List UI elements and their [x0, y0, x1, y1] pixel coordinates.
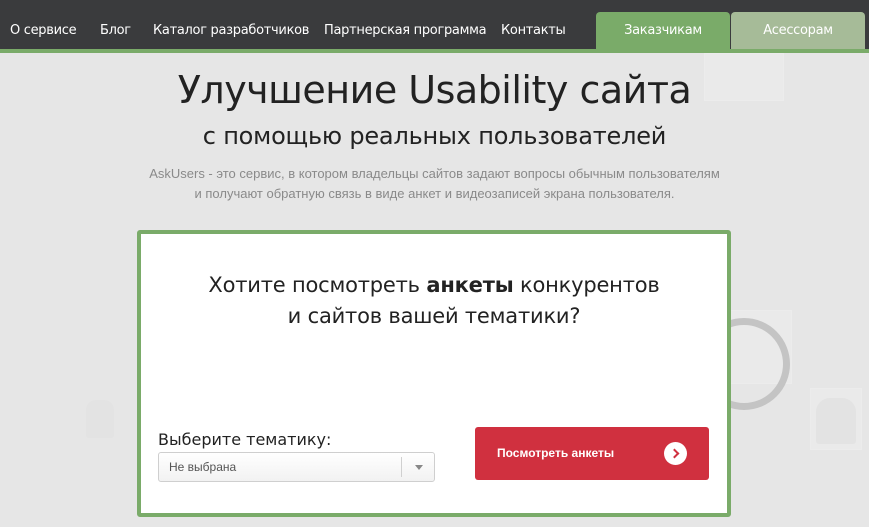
card-question-line: Хотите посмотреть анкеты конкурентов	[141, 270, 727, 301]
background-person-icon	[816, 398, 856, 444]
service-description-line: и получают обратную связь в виде анкет и…	[194, 186, 675, 201]
chevron-down-icon	[415, 465, 423, 470]
nav-link-partner-program[interactable]: Партнерская программа	[324, 0, 487, 50]
nav-accent-line	[0, 49, 869, 53]
select-divider	[401, 457, 402, 477]
nav-link-contacts[interactable]: Контакты	[501, 0, 566, 50]
page-subtitle: с помощью реальных пользователей	[202, 122, 667, 150]
topic-select[interactable]: Не выбрана	[158, 452, 435, 482]
card-question-highlight: анкеты	[426, 273, 514, 297]
page-title: Улучшение Usability сайта	[177, 68, 692, 112]
top-navigation-bar: О сервисе Блог Каталог разработчиков Пар…	[0, 0, 869, 50]
service-description: AskUsers - это сервис, в котором владель…	[0, 164, 869, 204]
tab-customers[interactable]: Заказчикам	[596, 12, 730, 50]
nav-link-about[interactable]: О сервисе	[10, 0, 77, 50]
topic-select-value: Не выбрана	[169, 460, 237, 474]
nav-link-developer-catalog[interactable]: Каталог разработчиков	[153, 0, 309, 50]
card-question-text: Хотите посмотреть	[208, 273, 427, 297]
tab-assessors[interactable]: Асессорам	[731, 12, 865, 50]
view-surveys-button[interactable]: Посмотреть анкеты	[475, 427, 709, 480]
card-question: Хотите посмотреть анкеты конкурентов и с…	[141, 270, 727, 332]
topic-select-label: Выберите тематику:	[158, 430, 332, 449]
competitor-surveys-card: Хотите посмотреть анкеты конкурентов и с…	[137, 230, 731, 517]
arrow-right-circle-icon	[664, 442, 687, 465]
card-question-text: конкурентов	[513, 273, 660, 297]
background-person-icon	[86, 400, 114, 438]
service-description-line: AskUsers - это сервис, в котором владель…	[149, 166, 720, 181]
nav-link-blog[interactable]: Блог	[100, 0, 131, 50]
view-surveys-button-label: Посмотреть анкеты	[497, 446, 615, 460]
card-question-line: и сайтов вашей тематики?	[287, 304, 581, 328]
